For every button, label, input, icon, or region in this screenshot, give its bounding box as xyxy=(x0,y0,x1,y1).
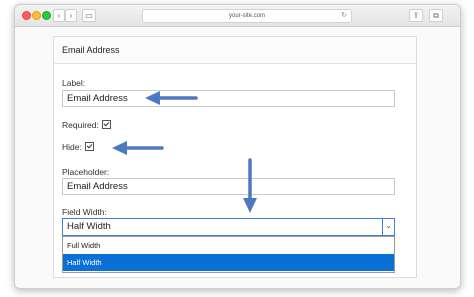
reload-icon[interactable]: ↻ xyxy=(341,10,347,22)
label-field-label: Label: xyxy=(62,78,86,88)
hide-checkbox[interactable] xyxy=(84,142,94,151)
hide-row: Hide: xyxy=(62,142,94,152)
zoom-window-button[interactable] xyxy=(42,11,51,20)
required-checkbox[interactable] xyxy=(101,120,111,129)
forward-button[interactable]: › xyxy=(65,9,77,22)
field-settings-panel: Email Address Label: Email Address Requi… xyxy=(53,36,417,278)
option-full-width[interactable]: Full Width xyxy=(63,237,394,254)
placeholder-field-label: Placeholder: xyxy=(62,167,110,177)
minimize-window-button[interactable] xyxy=(32,11,41,20)
share-icon[interactable]: ⇪ xyxy=(409,9,423,22)
close-window-button[interactable] xyxy=(22,11,31,20)
required-label: Required: xyxy=(62,120,99,130)
required-row: Required: xyxy=(62,120,111,130)
label-input[interactable]: Email Address xyxy=(62,90,395,107)
url-text: your-site.com xyxy=(228,13,265,19)
placeholder-input[interactable]: Email Address xyxy=(62,178,395,195)
sidebar-toggle-icon[interactable]: ▭ xyxy=(82,9,96,22)
hide-label: Hide: xyxy=(62,142,82,152)
chevron-down-icon[interactable]: ⌄ xyxy=(382,219,394,235)
field-width-label: Field Width: xyxy=(62,207,107,217)
tabs-overview-icon[interactable]: ⧉ xyxy=(429,9,443,22)
panel-title: Email Address xyxy=(54,37,416,64)
field-width-selected-value: Half Width xyxy=(67,221,111,232)
field-width-select[interactable]: Half Width ⌄ xyxy=(62,218,395,236)
option-half-width[interactable]: Half Width xyxy=(63,254,394,271)
back-button[interactable]: ‹ xyxy=(53,9,65,22)
field-width-options: Full Width Half Width xyxy=(62,236,395,273)
browser-toolbar: ‹ › ▭ your-site.com ↻ ⇪ ⧉ xyxy=(15,5,460,27)
address-bar[interactable]: your-site.com ↻ xyxy=(142,9,352,23)
